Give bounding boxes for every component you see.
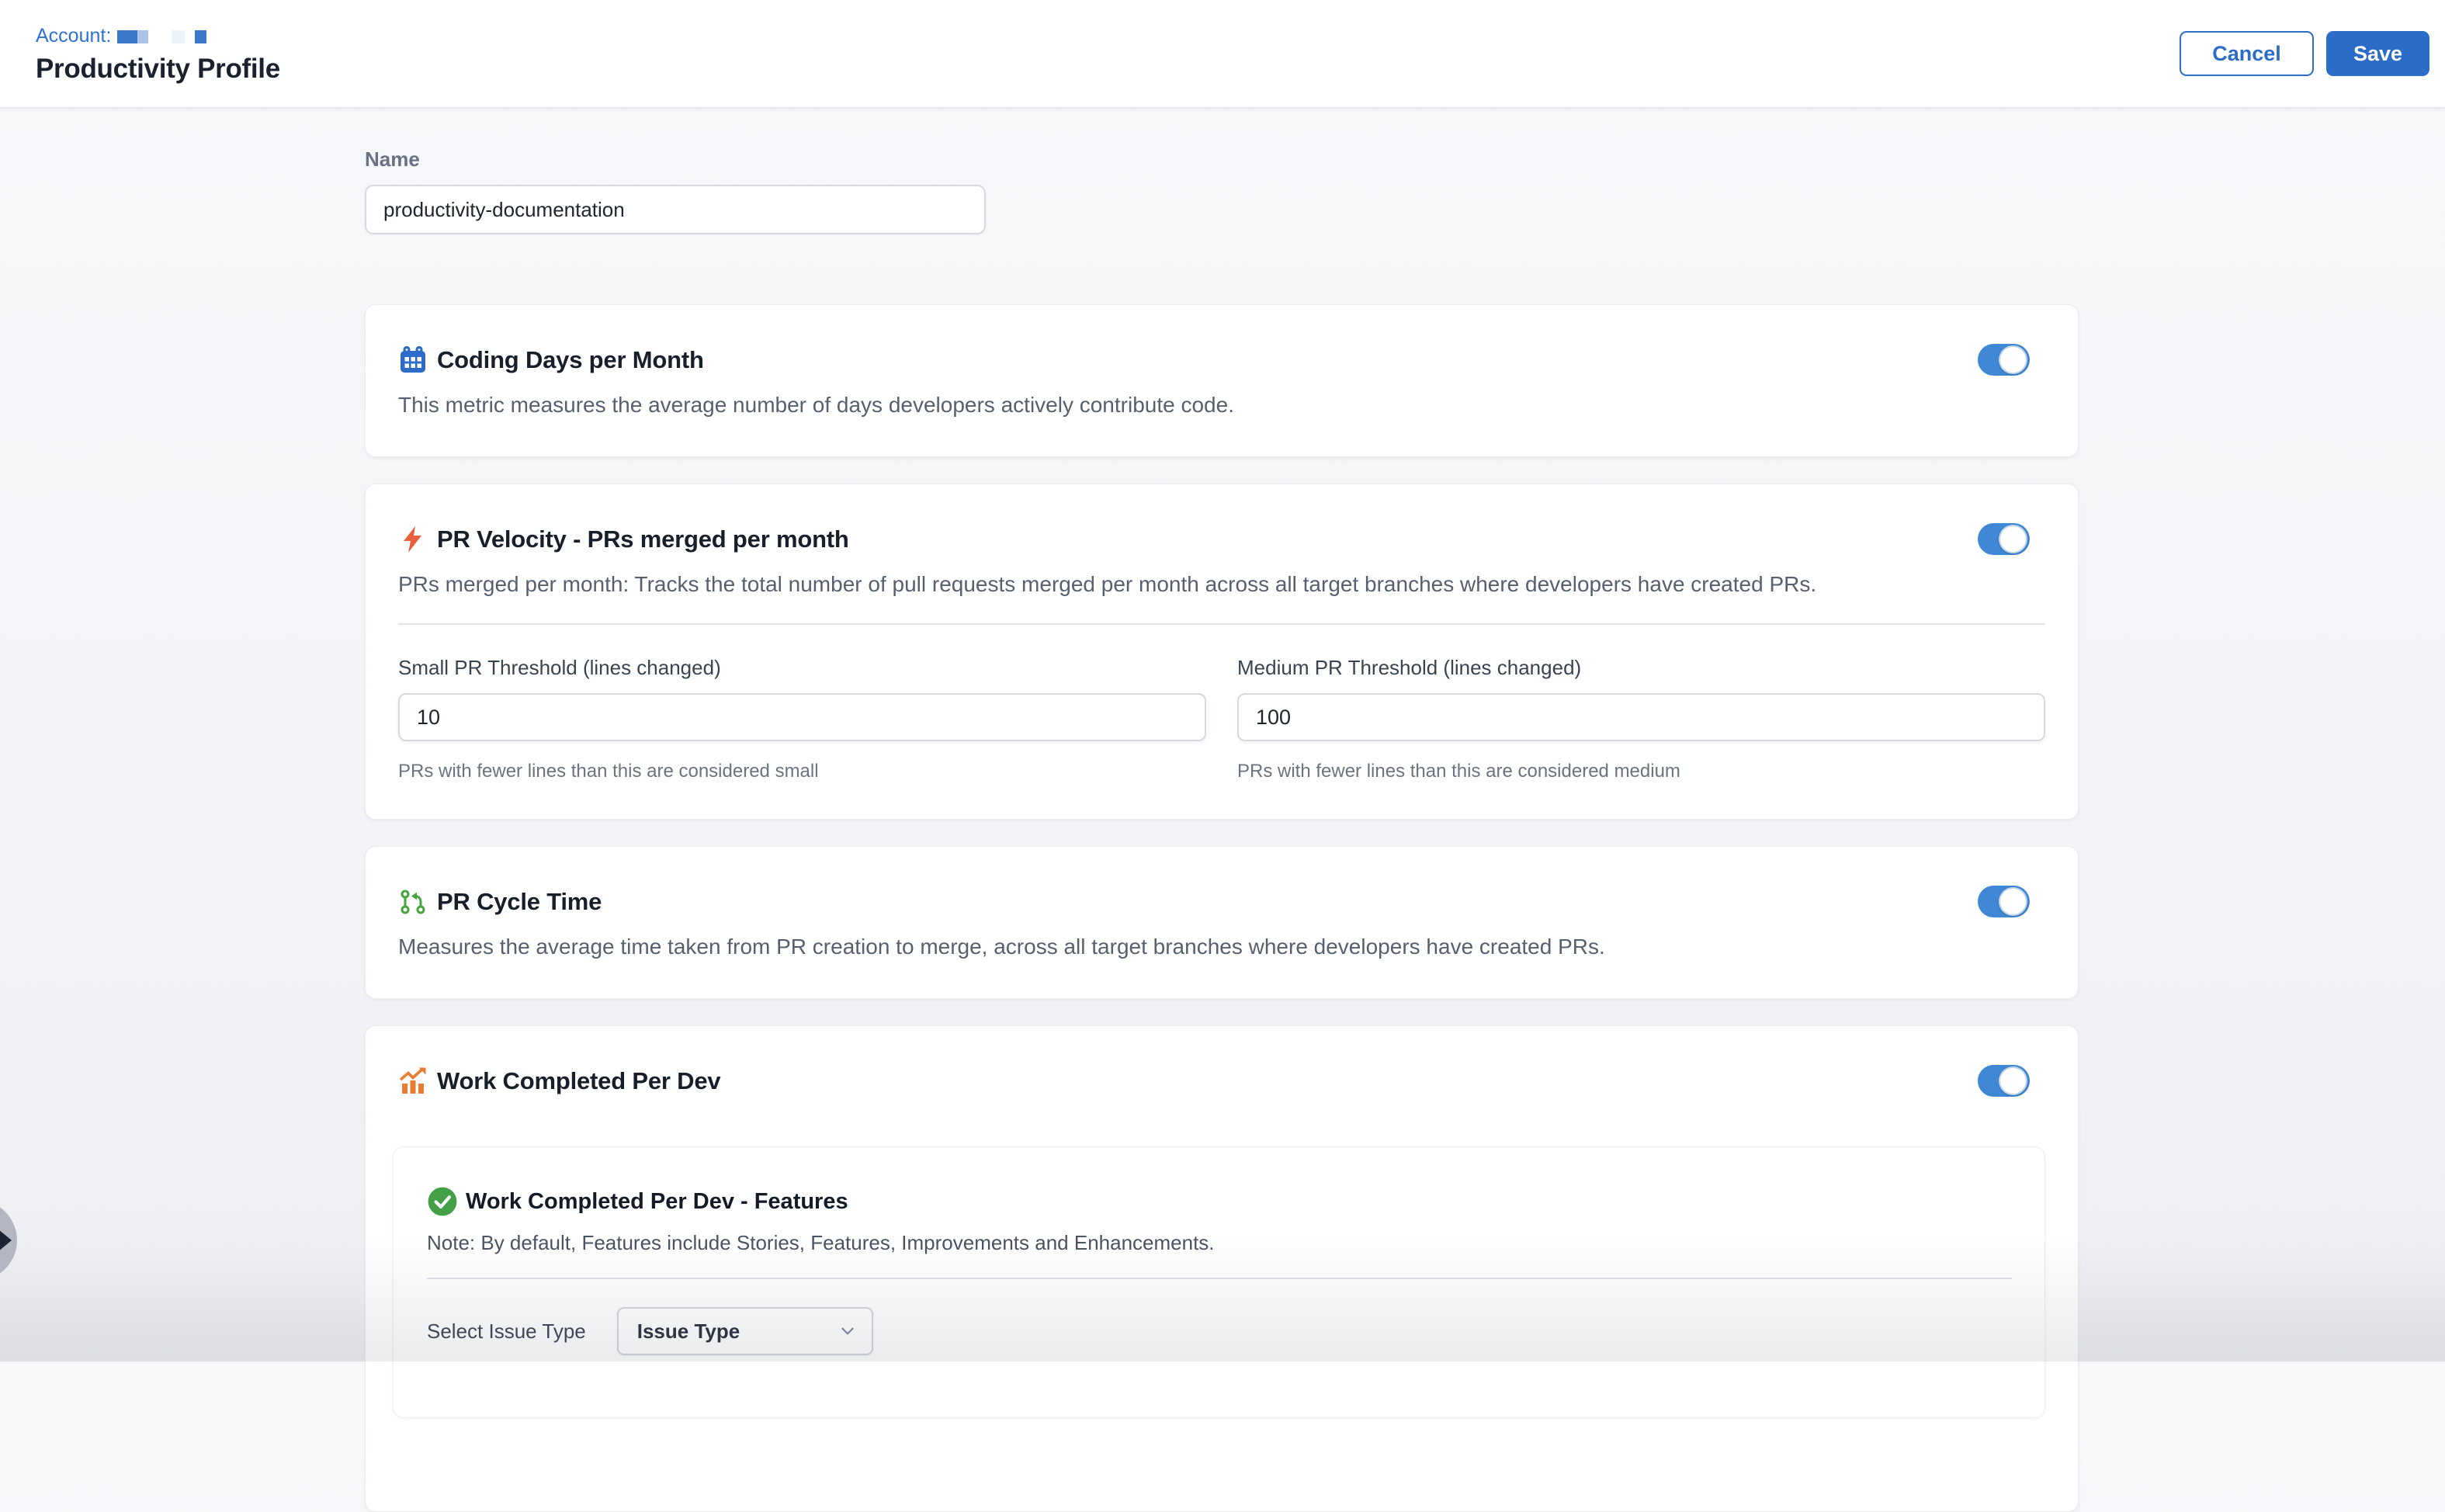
card-title: PR Cycle Time <box>437 888 602 916</box>
pr-cycle-time-toggle[interactable] <box>1978 886 2030 917</box>
play-icon <box>0 1229 12 1251</box>
card-description: Measures the average time taken from PR … <box>398 933 2045 961</box>
pr-velocity-toggle[interactable] <box>1978 523 2030 555</box>
select-issue-type-label: Select Issue Type <box>427 1320 586 1344</box>
calendar-icon <box>398 345 428 375</box>
toggle-knob <box>1999 525 2027 553</box>
small-pr-threshold-input[interactable] <box>398 693 1206 741</box>
threshold-fields: Small PR Threshold (lines changed) PRs w… <box>398 656 2045 782</box>
git-pull-request-icon <box>398 887 428 917</box>
account-name-redacted <box>117 30 137 43</box>
field-label: Medium PR Threshold (lines changed) <box>1237 656 2045 679</box>
card-description: PRs merged per month: Tracks the total n… <box>398 570 2045 598</box>
coding-days-toggle[interactable] <box>1978 344 2030 376</box>
field-hint: PRs with fewer lines than this are consi… <box>398 761 1206 782</box>
sidebar-expand-button[interactable] <box>0 1200 17 1281</box>
main-content: Name Coding Days per Month This metric m… <box>365 149 2079 1512</box>
check-circle-icon <box>427 1186 458 1217</box>
card-head: Work Completed Per Dev <box>398 1065 2045 1097</box>
subcard-title: Work Completed Per Dev - Features <box>466 1189 848 1215</box>
field-label: Small PR Threshold (lines changed) <box>398 656 1206 679</box>
topbar-actions: Cancel Save <box>2180 31 2429 76</box>
topbar-left: Account: Productivity Profile <box>36 23 280 85</box>
card-head: Coding Days per Month <box>398 344 2045 376</box>
chevron-down-icon <box>839 1323 856 1340</box>
card-head: PR Velocity - PRs merged per month <box>398 523 2045 555</box>
metric-card-pr-cycle-time: PR Cycle Time Measures the average time … <box>365 846 2079 999</box>
subcard-head: Work Completed Per Dev - Features <box>427 1186 2012 1217</box>
metric-card-work-completed: Work Completed Per Dev Work Completed Pe… <box>365 1025 2079 1512</box>
card-description: This metric measures the average number … <box>398 391 2045 419</box>
subcard-note: Note: By default, Features include Stori… <box>427 1229 2012 1256</box>
issue-type-row: Select Issue Type Issue Type <box>427 1307 2012 1355</box>
medium-pr-threshold-input[interactable] <box>1237 693 2045 741</box>
toggle-knob <box>1999 345 2027 374</box>
account-name-redacted <box>195 30 206 43</box>
cancel-button[interactable]: Cancel <box>2180 31 2314 76</box>
metric-card-pr-velocity: PR Velocity - PRs merged per month PRs m… <box>365 484 2079 820</box>
work-completed-features-subcard: Work Completed Per Dev - Features Note: … <box>393 1146 2045 1418</box>
lightning-icon <box>398 525 428 554</box>
divider <box>398 623 2045 625</box>
select-value: Issue Type <box>637 1320 740 1344</box>
card-title: Work Completed Per Dev <box>437 1067 720 1095</box>
field-hint: PRs with fewer lines than this are consi… <box>1237 761 2045 782</box>
account-name-redacted <box>172 30 185 43</box>
name-label: Name <box>365 149 2079 169</box>
card-head: PR Cycle Time <box>398 886 2045 917</box>
card-title: Coding Days per Month <box>437 346 704 374</box>
toggle-knob <box>1999 887 2027 916</box>
breadcrumb: Account: <box>36 24 280 47</box>
chart-increasing-icon <box>398 1066 428 1096</box>
medium-pr-threshold-field: Medium PR Threshold (lines changed) PRs … <box>1237 656 2045 782</box>
small-pr-threshold-field: Small PR Threshold (lines changed) PRs w… <box>398 656 1206 782</box>
divider <box>427 1278 2012 1279</box>
save-button[interactable]: Save <box>2326 31 2429 76</box>
name-input[interactable] <box>365 185 986 234</box>
toggle-knob <box>1999 1066 2027 1095</box>
name-field: Name <box>365 149 2079 234</box>
card-title: PR Velocity - PRs merged per month <box>437 525 849 553</box>
account-link[interactable]: Account: <box>36 24 111 47</box>
page-title: Productivity Profile <box>36 54 280 85</box>
issue-type-select[interactable]: Issue Type <box>617 1307 873 1355</box>
account-name-redacted <box>137 30 148 43</box>
metric-card-coding-days: Coding Days per Month This metric measur… <box>365 304 2079 457</box>
topbar: Account: Productivity Profile Cancel Sav… <box>0 0 2445 109</box>
work-completed-toggle[interactable] <box>1978 1065 2030 1097</box>
